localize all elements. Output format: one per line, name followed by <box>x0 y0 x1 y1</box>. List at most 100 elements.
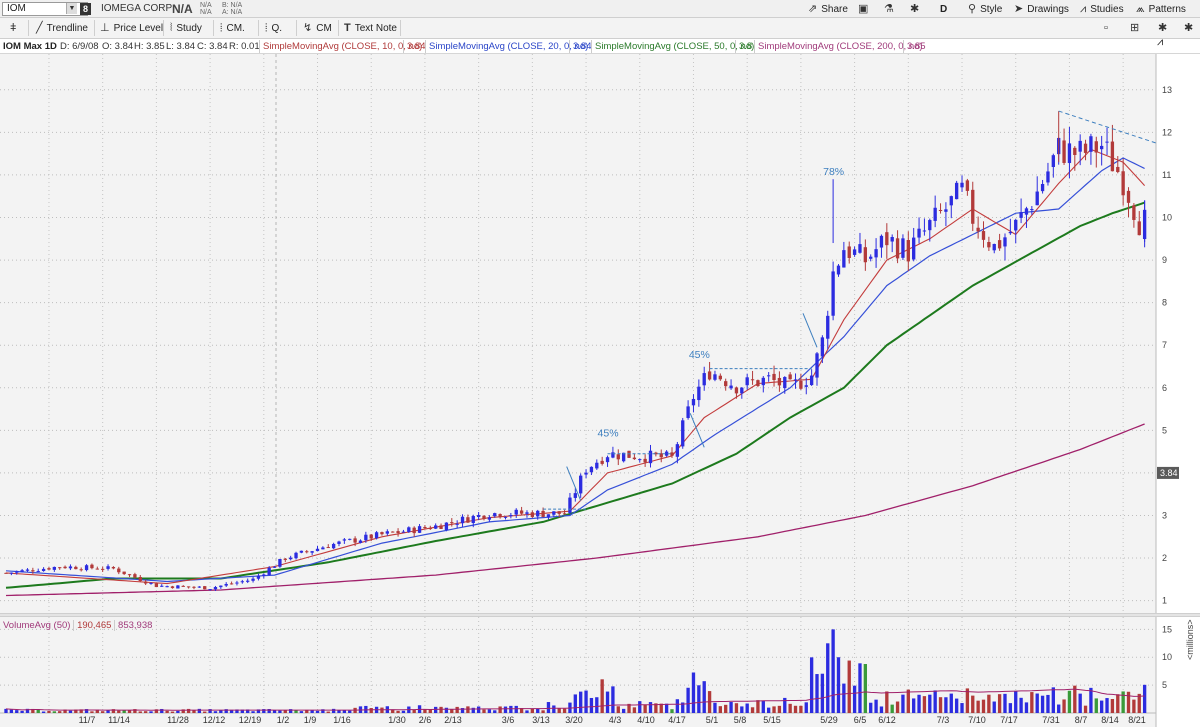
candle-down <box>724 381 728 387</box>
volume-bar-up <box>1040 695 1045 713</box>
sma10-label[interactable]: SimpleMovingAvg (CLOSE, 10, 0, no) <box>259 40 422 53</box>
candle-up <box>928 220 932 231</box>
price-level-tool[interactable]: ⊥ Price Level <box>100 19 163 38</box>
time-axis-label: 4/10 <box>637 715 655 725</box>
cm-dot-tool[interactable]: ⦙ CM. <box>220 19 245 38</box>
candle-down <box>906 240 910 262</box>
candle-up <box>41 568 46 572</box>
candle-up <box>858 244 862 253</box>
collapse-panel-icon[interactable]: ⩘ <box>1157 36 1163 49</box>
volume-bar-up <box>912 698 916 713</box>
q-dot-tool[interactable]: ⦙ Q. <box>265 19 282 38</box>
volume-bar-down <box>847 660 851 713</box>
price-panel[interactable]: 12345678910111213 45%45%78% 3.84 <box>0 54 1200 613</box>
timeframe-button[interactable]: D <box>940 0 947 19</box>
volume-bar-up <box>869 702 873 713</box>
volume-chart[interactable]: 5 10 15 11/7 11/14 11/28 12/12 12/19 1/2 1/9 1/16… <box>0 617 1200 727</box>
candle-up <box>1046 171 1050 183</box>
volume-bar-down <box>1062 699 1066 713</box>
candle-down <box>380 532 384 535</box>
time-axis-label: 12/12 <box>203 715 226 725</box>
timeframe-label: D <box>940 4 948 15</box>
candle-up <box>1099 145 1104 150</box>
candle-down <box>1083 143 1088 153</box>
pointer-tool[interactable]: ǂ <box>10 19 16 38</box>
chart-config-button[interactable]: ✱ <box>1184 19 1193 38</box>
flask-icon: ⚗ <box>884 3 894 15</box>
layout-single-button[interactable]: ▫ <box>1104 19 1108 38</box>
candle-up <box>595 462 599 469</box>
flask-button[interactable]: ⚗ <box>884 0 894 19</box>
symbol-dropdown-button[interactable]: ▼ <box>66 3 77 14</box>
volume-bar-up <box>573 694 577 713</box>
volume-bar-down <box>718 706 722 713</box>
patterns-button[interactable]: ⩕ Patterns <box>1136 0 1186 19</box>
text-note-tool[interactable]: T Text Note <box>344 19 397 38</box>
candle-up <box>417 526 422 533</box>
study-tool[interactable]: ⦚ Study <box>170 19 202 38</box>
time-axis-label: 8/7 <box>1075 715 1088 725</box>
candle-up <box>949 196 953 206</box>
candle-up <box>165 586 169 588</box>
layout-grid-button[interactable]: ⊞ <box>1130 19 1139 38</box>
candle-up <box>310 551 314 553</box>
candle-down <box>965 180 970 191</box>
chart-settings-icon: ▣ <box>858 3 869 15</box>
share-button[interactable]: ⇗ Share <box>808 0 848 19</box>
volume-panel[interactable]: 5 10 15 11/7 11/14 11/28 12/12 12/19 1/2 1/9 1/16… <box>0 617 1200 727</box>
time-axis-label: 5/15 <box>763 715 781 725</box>
volume-bar-up <box>536 708 540 713</box>
trendline-tool[interactable]: ╱ Trendline <box>36 19 88 38</box>
candle-up <box>299 550 304 553</box>
volume-tick-label: 15 <box>1162 624 1172 634</box>
candle-down <box>101 568 105 570</box>
volume-bar-down <box>138 711 142 713</box>
volume-avg-value: 853,938 <box>114 620 153 631</box>
volume-bar-down <box>530 708 535 713</box>
volume-bar-up <box>874 699 878 713</box>
drawings-button[interactable]: ➤ Drawings <box>1014 0 1069 19</box>
volume-bar-up <box>761 700 765 713</box>
link-group-badge[interactable]: 8 <box>80 3 91 15</box>
candle-up <box>197 586 202 588</box>
candle-down <box>31 570 35 572</box>
style-label: Style <box>980 4 1003 15</box>
volume-bar-down <box>1121 691 1125 713</box>
volume-bar-down <box>186 708 191 713</box>
gear-button[interactable]: ✱ <box>910 0 919 19</box>
volume-bar-down <box>283 710 287 713</box>
volume-bar-up <box>487 709 492 713</box>
sma50-label[interactable]: SimpleMovingAvg (CLOSE, 50, 0, no) <box>591 40 754 53</box>
volume-bar-up <box>729 702 733 713</box>
price-chart[interactable]: 12345678910111213 45%45%78% 3.84 <box>0 54 1200 613</box>
candle-up <box>315 548 320 552</box>
candle-up <box>288 557 293 560</box>
candle-up <box>767 375 771 377</box>
volume-bar-down <box>439 706 443 713</box>
time-axis-label: 8/21 <box>1128 715 1146 725</box>
volume-bar-up <box>992 701 996 713</box>
candle-up <box>1078 140 1082 152</box>
style-button[interactable]: ⚲ Style <box>968 0 1002 19</box>
sma20-label[interactable]: SimpleMovingAvg (CLOSE, 20, 0, no) <box>425 40 588 53</box>
volume-bar-down <box>777 705 782 713</box>
volume-bar-up <box>960 703 964 713</box>
candle-up <box>493 513 497 517</box>
price-tick-label: 8 <box>1162 298 1167 308</box>
volume-bar-up <box>1067 690 1072 713</box>
studies-button[interactable]: ⩘ Studies <box>1080 0 1124 19</box>
candle-down <box>79 569 83 571</box>
volume-study-name[interactable]: VolumeAvg (50) <box>3 620 70 631</box>
sma200-label[interactable]: SimpleMovingAvg (CLOSE, 200, 0, no) <box>754 40 923 53</box>
volume-bar-up <box>9 709 14 713</box>
time-axis-label: 11/28 <box>167 715 189 725</box>
volume-bar-up <box>219 710 223 713</box>
price-tick-label: 9 <box>1162 255 1167 265</box>
drawings-label: Drawings <box>1027 4 1069 15</box>
chart-settings-button[interactable]: ▣ <box>858 0 868 19</box>
candle-down <box>976 227 980 232</box>
volume-bar-down <box>450 709 454 713</box>
candle-down <box>519 510 524 514</box>
cm-tool[interactable]: ↯ CM <box>303 19 332 38</box>
volume-bar-up <box>675 699 680 713</box>
